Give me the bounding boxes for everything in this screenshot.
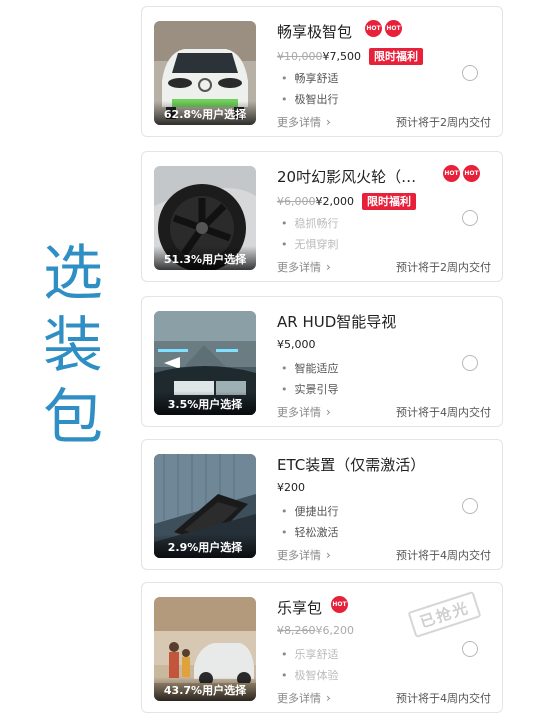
hot-badges: HOT HOT — [365, 20, 402, 37]
option-title: 20吋幻影风火轮（… — [277, 168, 417, 186]
delivery-estimate: 预计将于2周内交付 — [396, 261, 491, 274]
price-row: ¥10,000 ¥7,500 限时福利 — [277, 48, 423, 65]
feature-item: 智能适应 — [281, 360, 339, 376]
original-price: ¥8,260 — [277, 624, 316, 637]
etc-device-image: 2.9%用户选择 — [154, 454, 256, 558]
more-details-label: 更多详情 — [277, 406, 321, 419]
select-radio[interactable] — [462, 498, 478, 514]
ar-hud-view-image: 3.5%用户选择 — [154, 311, 256, 415]
chevron-right-icon: › — [326, 115, 331, 129]
current-price: ¥7,500 — [322, 50, 362, 63]
feature-item: 稳抓畅行 — [281, 215, 339, 231]
price-row: ¥200 — [277, 481, 305, 494]
current-price: ¥6,200 — [315, 624, 355, 637]
original-price: ¥6,000 — [277, 195, 316, 208]
feature-item: 轻松激活 — [281, 524, 339, 540]
price-row: ¥6,000 ¥2,000 限时福利 — [277, 193, 416, 210]
promo-tag: 限时福利 — [369, 48, 423, 65]
popularity-label: 2.9%用户选择 — [154, 534, 256, 558]
feature-item: 畅享舒适 — [281, 70, 339, 86]
side-title: 选 装 包 — [38, 238, 108, 454]
popularity-label: 43.7%用户选择 — [154, 677, 256, 701]
delivery-estimate: 预计将于2周内交付 — [396, 116, 491, 129]
hot-badges: HOT HOT — [443, 165, 480, 182]
hot-badge-icon: HOT — [385, 20, 402, 37]
delivery-estimate: 预计将于4周内交付 — [396, 549, 491, 562]
chevron-right-icon: › — [326, 405, 331, 419]
popularity-label: 62.8%用户选择 — [154, 101, 256, 125]
option-card-ar-hud[interactable]: 3.5%用户选择 AR HUD智能导视 ¥5,000 智能适应 实景引导 更多详… — [141, 296, 503, 427]
more-details-link[interactable]: 更多详情 › — [277, 259, 331, 275]
family-with-car-image: 43.7%用户选择 — [154, 597, 256, 701]
feature-item: 极智出行 — [281, 91, 339, 107]
price-row: ¥5,000 — [277, 338, 316, 351]
option-title: 乐享包 — [277, 599, 323, 617]
alloy-wheel-image: 51.3%用户选择 — [154, 166, 256, 270]
feature-item: 便捷出行 — [281, 503, 339, 519]
option-title: AR HUD智能导视 — [277, 313, 397, 331]
delivery-estimate: 预计将于4周内交付 — [396, 692, 491, 705]
more-details-link[interactable]: 更多详情 › — [277, 690, 331, 706]
option-title: ETC装置（仅需激活） — [277, 456, 426, 474]
sold-out-stamp: 已抢光 — [407, 590, 482, 639]
current-price: ¥200 — [277, 481, 305, 494]
hot-badge-icon: HOT — [463, 165, 480, 182]
white-ev-front-image: 62.8%用户选择 — [154, 21, 256, 125]
popularity-label: 3.5%用户选择 — [154, 391, 256, 415]
current-price: ¥5,000 — [277, 338, 316, 351]
price-row: ¥8,260 ¥6,200 — [277, 624, 354, 637]
select-radio[interactable] — [462, 210, 478, 226]
more-details-label: 更多详情 — [277, 116, 321, 129]
more-details-link[interactable]: 更多详情 › — [277, 547, 331, 563]
feature-item: 极智体验 — [281, 667, 339, 683]
select-radio[interactable] — [462, 641, 478, 657]
option-card-etc[interactable]: 2.9%用户选择 ETC装置（仅需激活） ¥200 便捷出行 轻松激活 更多详情… — [141, 439, 503, 570]
popularity-label: 51.3%用户选择 — [154, 246, 256, 270]
option-card-wheels[interactable]: 51.3%用户选择 20吋幻影风火轮（… HOT HOT ¥6,000 ¥2,0… — [141, 151, 503, 282]
more-details-link[interactable]: 更多详情 › — [277, 404, 331, 420]
hot-badge-icon: HOT — [443, 165, 460, 182]
more-details-label: 更多详情 — [277, 692, 321, 705]
feature-item: 实景引导 — [281, 381, 339, 397]
side-title-char: 包 — [43, 383, 103, 453]
current-price: ¥2,000 — [315, 195, 355, 208]
delivery-estimate: 预计将于4周内交付 — [396, 406, 491, 419]
chevron-right-icon: › — [326, 691, 331, 705]
select-radio[interactable] — [462, 65, 478, 81]
more-details-link[interactable]: 更多详情 › — [277, 114, 331, 130]
option-card-comfort-package[interactable]: 62.8%用户选择 畅享极智包 HOT HOT ¥10,000 ¥7,500 限… — [141, 6, 503, 137]
original-price: ¥10,000 — [277, 50, 323, 63]
chevron-right-icon: › — [326, 260, 331, 274]
more-details-label: 更多详情 — [277, 549, 321, 562]
side-title-char: 装 — [43, 311, 103, 381]
feature-item: 无惧穿刺 — [281, 236, 339, 252]
promo-tag: 限时福利 — [362, 193, 416, 210]
chevron-right-icon: › — [326, 548, 331, 562]
hot-badge-icon: HOT — [331, 596, 348, 613]
feature-item: 乐享舒适 — [281, 646, 339, 662]
hot-badge-icon: HOT — [365, 20, 382, 37]
side-title-char: 选 — [43, 239, 103, 309]
option-title: 畅享极智包 — [277, 23, 353, 41]
hot-badges: HOT — [331, 596, 348, 613]
option-card-enjoy-package[interactable]: 43.7%用户选择 乐享包 HOT 已抢光 ¥8,260 ¥6,200 乐享舒适… — [141, 582, 503, 713]
select-radio[interactable] — [462, 355, 478, 371]
more-details-label: 更多详情 — [277, 261, 321, 274]
